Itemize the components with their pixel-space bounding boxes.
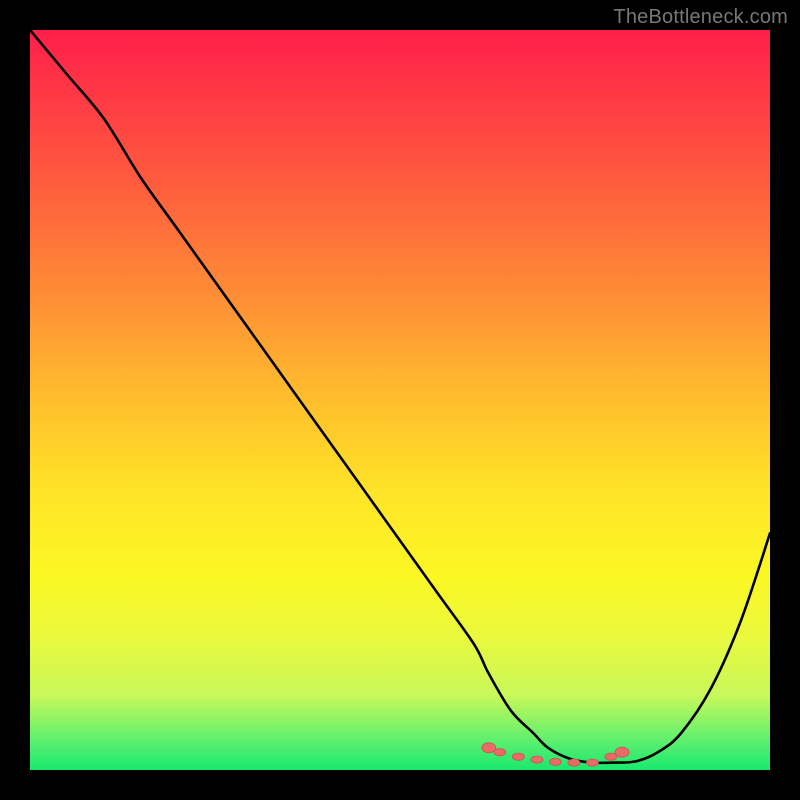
curve-marker — [586, 759, 598, 766]
curve-marker — [568, 759, 580, 766]
curve-marker — [549, 758, 561, 765]
curve-marker — [615, 747, 629, 757]
curve-marker — [531, 756, 543, 763]
curve-marker — [512, 753, 524, 760]
curve-svg — [30, 30, 770, 770]
chart-frame: TheBottleneck.com — [0, 0, 800, 800]
plot-area — [30, 30, 770, 770]
bottleneck-curve — [30, 30, 770, 763]
curve-marker — [494, 749, 506, 756]
watermark-text: TheBottleneck.com — [613, 6, 788, 29]
